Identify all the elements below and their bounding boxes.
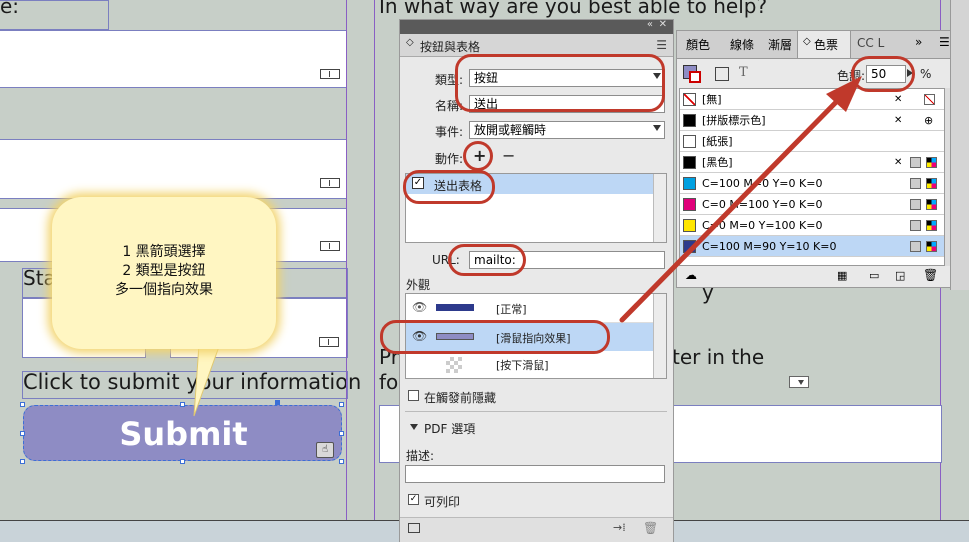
callout-line-1: 1 黑箭頭選擇 <box>122 244 206 260</box>
process-color-icon <box>910 241 921 252</box>
no-edit-icon: ✕ <box>894 115 903 126</box>
more-tabs-icon[interactable]: » <box>915 35 922 49</box>
prefer-text-line2: fo <box>379 370 399 394</box>
annotation-arrow <box>619 76 862 323</box>
cmyk-icon <box>926 178 937 189</box>
preview-icon[interactable] <box>408 523 420 533</box>
panel-title: 按鈕與表格 <box>420 40 481 54</box>
selection-handle[interactable] <box>20 459 25 464</box>
cmyk-icon <box>926 199 937 210</box>
tab-swatches-label: 色票 <box>814 38 839 52</box>
tab-gradient[interactable]: 漸層 <box>763 36 797 53</box>
highlight-action-item <box>403 170 495 204</box>
divider <box>405 411 667 412</box>
column-guide <box>346 0 347 542</box>
pdf-options-label[interactable]: PDF 選項 <box>424 420 475 437</box>
partial-label-top: e: <box>0 0 20 18</box>
trash-icon[interactable]: 🗑 <box>643 521 658 535</box>
no-edit-icon: ✕ <box>894 94 903 105</box>
panel-titlebar[interactable]: « ✕ <box>400 19 673 34</box>
text-field-icon <box>319 337 339 347</box>
question-heading: In what way are you best able to help? <box>379 0 768 18</box>
highlight-rollover-state <box>380 320 610 354</box>
tint-unit: % <box>920 67 932 81</box>
process-color-icon <box>910 178 921 189</box>
event-value: 放開或輕觸時 <box>474 123 547 137</box>
hand-cursor-icon: ☝ <box>316 442 334 458</box>
text-field-icon <box>320 69 340 79</box>
description-input[interactable] <box>405 465 665 483</box>
highlight-url <box>448 244 526 276</box>
tab-stroke[interactable]: 線條 <box>725 36 759 53</box>
selection-handle[interactable] <box>339 402 344 407</box>
hide-until-triggered-checkbox[interactable] <box>408 390 419 401</box>
appearance-label: 外觀 <box>406 278 431 292</box>
registration-icon: ⊕ <box>924 114 934 127</box>
selection-handle[interactable] <box>180 459 185 464</box>
tab-swatches[interactable]: ◇ 色票 <box>797 31 851 58</box>
column-guide <box>374 0 375 542</box>
state-label: [按下滑鼠] <box>496 359 549 372</box>
callout-text: 1 黑箭頭選擇 2 類型是按鈕 多一個指向效果 <box>52 243 276 300</box>
remove-action-button[interactable]: − <box>502 146 515 165</box>
tab-color[interactable]: 顏色 <box>681 36 715 53</box>
eye-icon[interactable]: 👁 <box>412 300 427 314</box>
actions-label: 動作: <box>435 152 464 166</box>
text-field-icon <box>320 241 340 251</box>
state-label: [正常] <box>496 303 527 316</box>
swatches-tabbar: 顏色 線條 漸層 ◇ 色票 CC L » ☰ <box>677 31 968 59</box>
appearance-state-click[interactable]: [按下滑鼠] <box>406 352 654 378</box>
description-label: 描述: <box>406 449 435 463</box>
hide-until-triggered-label: 在觸發前隱藏 <box>424 391 497 405</box>
collapse-icon[interactable]: « <box>647 19 653 30</box>
panel-menu-icon[interactable]: ☰ <box>939 35 950 49</box>
tab-cc-libraries[interactable]: CC L <box>857 36 893 50</box>
new-swatch-icon[interactable]: ◲ <box>895 269 905 282</box>
submit-button-label: Submit <box>119 415 248 453</box>
printable-checkbox[interactable]: ✓ <box>408 494 419 505</box>
cmyk-icon <box>926 241 937 252</box>
prefer-text-right: ter in the <box>672 345 765 369</box>
cmyk-icon <box>926 220 937 231</box>
highlight-add-action <box>463 141 493 171</box>
selection-handle[interactable] <box>275 400 280 405</box>
no-edit-icon: ✕ <box>894 157 903 168</box>
dropdown-icon[interactable] <box>789 376 809 388</box>
state-thumbnail <box>436 304 474 311</box>
panel-tab-arrows-icon: ◇ <box>406 37 414 48</box>
cmyk-icon <box>926 157 937 168</box>
callout-line-2: 2 類型是按鈕 <box>122 263 206 279</box>
process-color-icon <box>910 220 921 231</box>
text-field-1[interactable] <box>0 30 347 88</box>
selection-handle[interactable] <box>20 402 25 407</box>
right-panel-dock <box>950 0 969 290</box>
panel-footer: →⁞ 🗑 <box>400 517 673 542</box>
selection-handle[interactable] <box>339 431 344 436</box>
text-field-2[interactable] <box>0 139 347 199</box>
text-field-icon <box>320 178 340 188</box>
printable-label: 可列印 <box>424 495 461 509</box>
trash-icon[interactable]: 🗑 <box>923 268 938 282</box>
selection-handle[interactable] <box>339 459 344 464</box>
triangle-down-icon[interactable] <box>410 424 418 430</box>
callout-line-3: 多一個指向效果 <box>115 282 213 298</box>
panel-menu-icon[interactable]: ☰ <box>656 38 667 52</box>
event-label: 事件: <box>435 125 464 139</box>
selection-handle[interactable] <box>20 431 25 436</box>
close-icon[interactable]: ✕ <box>659 19 667 30</box>
process-color-icon <box>910 199 921 210</box>
convert-icon[interactable]: →⁞ <box>613 521 626 534</box>
process-color-icon <box>910 157 921 168</box>
none-swatch-icon <box>924 94 935 105</box>
state-thumbnail <box>446 357 462 373</box>
